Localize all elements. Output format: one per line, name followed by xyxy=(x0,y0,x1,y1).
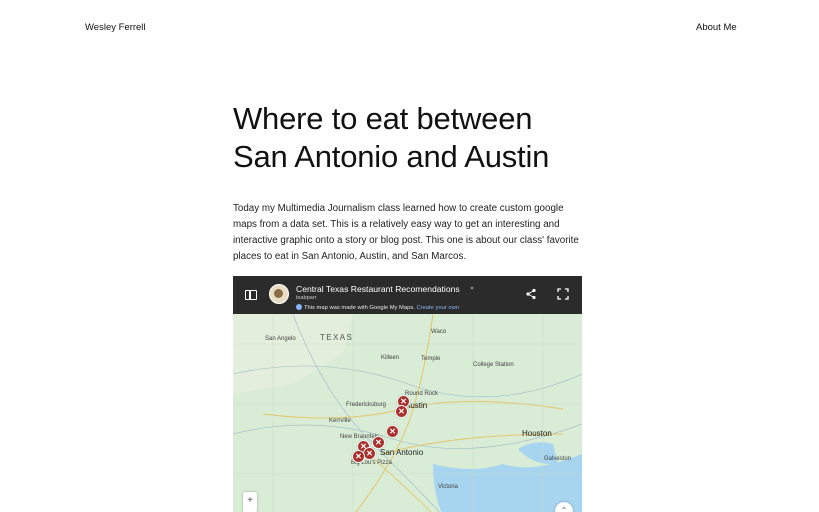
restaurant-pin[interactable]: ✕ xyxy=(372,436,385,449)
info-icon xyxy=(296,303,302,310)
map-label-victoria: Victoria xyxy=(438,484,458,490)
star-icon[interactable]: ● xyxy=(470,285,474,292)
map-owner[interactable]: tsabparr xyxy=(296,295,317,301)
post-body: Today my Multimedia Journalism class lea… xyxy=(233,203,579,262)
restaurant-pin[interactable]: ✕ xyxy=(352,450,365,463)
zoom-in-button[interactable]: + xyxy=(243,492,257,512)
map-notice: This map was made with Google My Maps. C… xyxy=(296,303,459,311)
map-label-fredericksburg: Fredericksburg xyxy=(346,402,387,408)
map-label-texas: TEXAS xyxy=(320,333,354,342)
site-title-link[interactable]: Wesley Ferrell xyxy=(85,22,146,33)
restaurant-pin[interactable]: ✕ xyxy=(395,405,408,418)
map-canvas[interactable]: TEXAS San Angelo Waco Killeen Temple Col… xyxy=(233,314,582,512)
map-header: Central Texas Restaurant Recomendations … xyxy=(233,276,582,314)
map-label-waco: Waco xyxy=(431,329,447,335)
map-label-san-angelo: San Angelo xyxy=(265,336,296,342)
map-label-galveston: Galveston xyxy=(544,456,572,462)
about-me-link[interactable]: About Me xyxy=(696,22,737,33)
fullscreen-icon[interactable] xyxy=(557,288,569,300)
map-label-san-antonio: San Antonio xyxy=(380,448,424,457)
post-title: Where to eat between San Antonio and Aus… xyxy=(233,101,550,174)
map-label-kerrville: Kerrville xyxy=(329,418,351,424)
restaurant-pin[interactable]: ✕ xyxy=(386,425,399,438)
sidebar-toggle-icon[interactable] xyxy=(245,290,257,300)
map-title[interactable]: Central Texas Restaurant Recomendations xyxy=(296,284,460,294)
map-owner-avatar[interactable] xyxy=(269,284,289,304)
embedded-google-map[interactable]: Central Texas Restaurant Recomendations … xyxy=(233,276,582,512)
map-label-houston: Houston xyxy=(522,429,552,438)
map-label-round-rock: Round Rock xyxy=(405,391,439,397)
map-label-killeen: Killeen xyxy=(381,355,400,361)
share-icon[interactable] xyxy=(525,288,537,300)
map-notice-text: This map was made with Google My Maps. xyxy=(304,304,415,311)
map-label-temple: Temple xyxy=(421,356,441,362)
map-label-college-station: College Station xyxy=(473,362,514,368)
create-your-own-link[interactable]: Create your own xyxy=(416,305,459,311)
restaurant-pin[interactable]: ✕ xyxy=(363,447,376,460)
